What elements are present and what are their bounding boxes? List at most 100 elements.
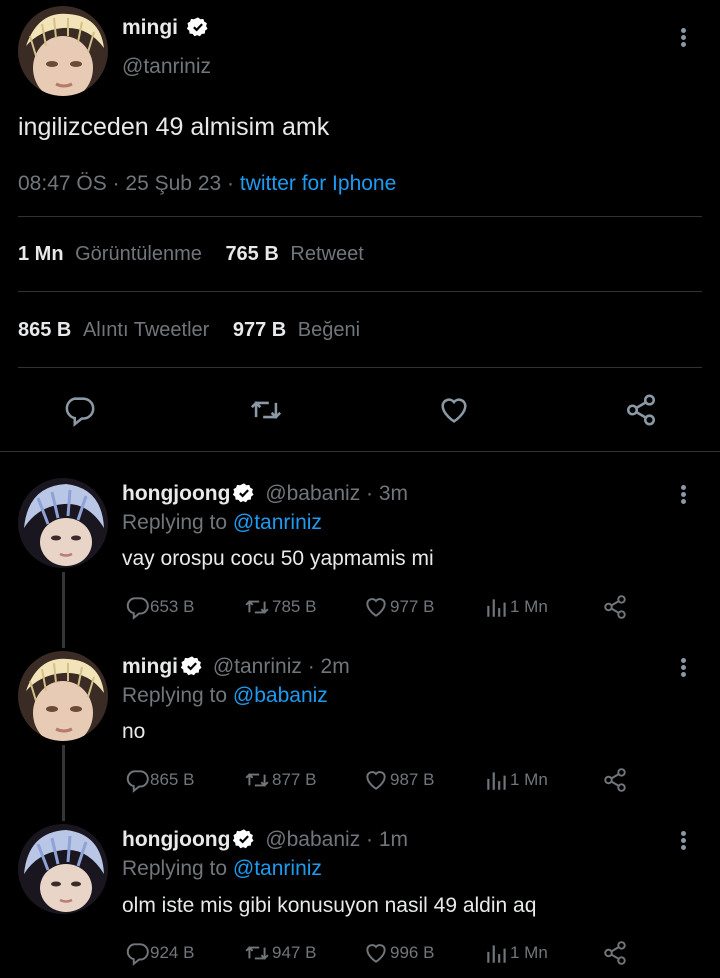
retweet-count: 947 B [272, 943, 317, 962]
reply-header: hongjoong @babaniz · 1m [122, 828, 408, 852]
like-action[interactable]: 987 B [362, 767, 434, 793]
reply-action[interactable]: 865 B [124, 767, 194, 793]
reply-author-name[interactable]: hongjoong [122, 482, 230, 505]
reply-action[interactable]: 924 B [124, 940, 194, 966]
reply-author-handle[interactable]: @babaniz [265, 828, 360, 851]
views-icon [487, 772, 506, 790]
share-action[interactable] [602, 767, 628, 793]
replying-to: Replying to @tanriniz [122, 857, 322, 881]
verified-badge-icon [233, 483, 255, 503]
retweet-count: 877 B [272, 770, 317, 789]
retweet-icon [245, 946, 269, 960]
views-count: 1 Mn [510, 943, 548, 962]
views-action[interactable]: 1 Mn [484, 767, 548, 793]
more-options-icon[interactable] [679, 656, 687, 679]
views-count: 1 Mn [510, 597, 548, 616]
reply-text: no [122, 720, 146, 743]
retweet-icon[interactable] [248, 393, 284, 432]
like-count: 977 B [390, 597, 435, 616]
retweets-label[interactable]: Retweet [290, 243, 363, 265]
reply-author-avatar[interactable] [18, 478, 108, 568]
views-count: 1 Mn [18, 243, 64, 265]
tweet-time: 08:47 ÖS [18, 172, 107, 195]
reply-author-name[interactable]: hongjoong [122, 828, 230, 851]
views-action[interactable]: 1 Mn [484, 940, 548, 966]
main-author-handle[interactable]: @tanriniz [122, 55, 211, 79]
retweet-icon [245, 600, 269, 614]
main-author-row: mingi [122, 16, 209, 40]
divider [18, 367, 702, 368]
share-action[interactable] [602, 940, 628, 966]
verified-badge-icon [181, 656, 202, 676]
reply-text: vay orospu cocu 50 yapmamis mi [122, 547, 434, 570]
reply-text: olm iste mis gibi konusuyon nasil 49 ald… [122, 894, 537, 917]
views-action[interactable]: 1 Mn [484, 594, 548, 620]
divider [18, 216, 702, 217]
retweet-action[interactable]: 785 B [242, 594, 316, 620]
section-divider [0, 451, 720, 452]
views-label: Görüntülenme [75, 243, 202, 265]
share-icon [604, 941, 626, 965]
retweet-action[interactable]: 877 B [242, 767, 316, 793]
divider [18, 291, 702, 292]
like-action[interactable]: 996 B [362, 940, 434, 966]
reply-author-handle[interactable]: @tanriniz [213, 655, 302, 678]
reply-action[interactable]: 653 B [124, 594, 194, 620]
retweet-action[interactable]: 947 B [242, 940, 316, 966]
reply-count: 924 B [150, 943, 195, 962]
main-author-name[interactable]: mingi [122, 16, 178, 39]
verified-badge-icon [186, 17, 208, 37]
quotes-label[interactable]: Alıntı Tweetler [83, 319, 209, 341]
retweet-icon [245, 773, 269, 787]
replying-to-handle[interactable]: @tanriniz [233, 857, 322, 880]
like-icon[interactable] [436, 393, 472, 432]
thread-line [62, 572, 65, 648]
replying-to-label: Replying to [122, 857, 228, 880]
meta-separator: · [227, 172, 235, 195]
share-icon [604, 595, 626, 619]
meta-separator: · [112, 172, 120, 195]
reply-count: 865 B [150, 770, 195, 789]
reply-header: hongjoong @babaniz · 3m [122, 482, 408, 506]
replying-to-label: Replying to [122, 511, 228, 534]
views-retweets-stats: 1 Mn Görüntülenme 765 B Retweet [18, 243, 364, 266]
replying-to-handle[interactable]: @babaniz [233, 684, 328, 707]
reply-author-handle[interactable]: @babaniz [265, 482, 360, 505]
like-count: 996 B [390, 943, 435, 962]
likes-label[interactable]: Beğeni [298, 319, 360, 341]
thread-line [62, 745, 65, 821]
replying-to-label: Replying to [122, 684, 228, 707]
reply-author-avatar[interactable] [18, 824, 108, 914]
replying-to: Replying to @babaniz [122, 684, 328, 708]
share-action[interactable] [602, 594, 628, 620]
tweet-date: 25 Şub 23 [125, 172, 222, 195]
tweet-source-link[interactable]: twitter for Iphone [240, 172, 396, 195]
reply-time: · 1m [366, 828, 409, 851]
more-options-icon[interactable] [679, 483, 687, 506]
share-icon[interactable] [624, 393, 658, 432]
reply-author-avatar[interactable] [18, 651, 108, 741]
replying-to-handle[interactable]: @tanriniz [233, 511, 322, 534]
replying-to: Replying to @tanriniz [122, 511, 322, 535]
reply-time: · 2m [307, 655, 350, 678]
reply-icon[interactable] [62, 393, 96, 432]
retweets-count[interactable]: 765 B [225, 243, 278, 265]
views-count: 1 Mn [510, 770, 548, 789]
more-options-icon[interactable] [679, 829, 687, 852]
like-icon [366, 771, 386, 790]
views-icon [487, 599, 506, 617]
more-options-icon[interactable] [679, 26, 687, 49]
reply-count: 653 B [150, 597, 195, 616]
main-author-avatar[interactable] [18, 6, 108, 96]
quotes-count[interactable]: 865 B [18, 319, 71, 341]
main-tweet-text: ingilizceden 49 almisim amk [18, 113, 330, 141]
verified-badge-icon [233, 829, 255, 849]
like-action[interactable]: 977 B [362, 594, 434, 620]
likes-count[interactable]: 977 B [233, 319, 286, 341]
views-icon [487, 945, 506, 963]
quotes-likes-stats: 865 B Alıntı Tweetler 977 B Beğeni [18, 319, 360, 342]
reply-icon [126, 597, 149, 620]
reply-header: mingi @tanriniz · 2m [122, 655, 350, 679]
main-tweet-meta: 08:47 ÖS · 25 Şub 23 · twitter for Iphon… [18, 172, 396, 196]
reply-author-name[interactable]: mingi [122, 655, 178, 678]
